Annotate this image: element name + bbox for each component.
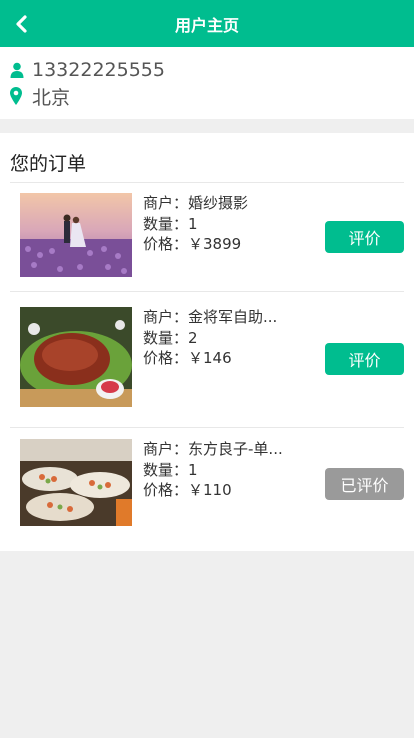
user-icon — [10, 62, 32, 78]
price-value: ￥146 — [188, 349, 232, 367]
merchant-label: 商户： — [143, 440, 189, 458]
chevron-left-icon — [16, 14, 27, 33]
merchant-name: 婚纱摄影 — [188, 194, 249, 212]
price-label: 价格： — [143, 349, 189, 367]
merchant-name: 金将军自助... — [188, 308, 278, 326]
merchant-label: 商户： — [143, 194, 189, 212]
user-profile: 13322225555 北京 — [0, 47, 414, 119]
merchant-label: 商户： — [143, 308, 189, 326]
order-info: 商户：东方良子-单... 数量：1 价格：￥110 — [143, 439, 283, 501]
price-label: 价格： — [143, 481, 189, 499]
price-line: 价格：￥110 — [143, 480, 283, 501]
map-marker-icon — [10, 87, 32, 105]
order-thumbnail-wedding — [20, 193, 132, 277]
order-item[interactable]: 商户：东方良子-单... 数量：1 价格：￥110 已评价 — [10, 428, 404, 548]
user-phone: 13322225555 — [32, 59, 165, 81]
city-row: 北京 — [10, 83, 404, 109]
order-info: 商户：婚纱摄影 数量：1 价格：￥3899 — [143, 193, 248, 255]
order-thumbnail-buffet — [20, 439, 132, 526]
orders-heading: 您的订单 — [10, 133, 404, 183]
section-divider — [0, 119, 414, 133]
review-button[interactable]: 评价 — [325, 221, 404, 253]
order-item[interactable]: 商户：婚纱摄影 数量：1 价格：￥3899 评价 — [10, 183, 404, 292]
price-label: 价格： — [143, 235, 189, 253]
quantity-value: 1 — [188, 214, 198, 233]
user-city: 北京 — [32, 86, 71, 109]
quantity-value: 1 — [188, 460, 198, 479]
order-item[interactable]: 商户：金将军自助... 数量：2 价格：￥146 评价 — [10, 292, 404, 428]
quantity-line: 数量：2 — [143, 328, 277, 349]
orders-section: 您的订单 商户：婚纱摄影 数量：1 价格：￥3899 评价 商户：金将军自助..… — [0, 133, 414, 551]
price-value: ￥3899 — [188, 235, 242, 253]
quantity-line: 数量：1 — [143, 214, 248, 235]
reviewed-button[interactable]: 已评价 — [325, 468, 404, 500]
phone-row: 13322225555 — [10, 57, 404, 83]
page-title: 用户主页 — [174, 15, 239, 35]
merchant-name: 东方良子-单... — [188, 440, 283, 458]
merchant-line: 商户：金将军自助... — [143, 307, 277, 328]
merchant-line: 商户：东方良子-单... — [143, 439, 283, 460]
order-thumbnail-bbq — [20, 307, 132, 407]
quantity-label: 数量： — [143, 460, 189, 479]
quantity-line: 数量：1 — [143, 460, 283, 481]
merchant-line: 商户：婚纱摄影 — [143, 193, 248, 214]
quantity-value: 2 — [188, 328, 198, 347]
order-info: 商户：金将军自助... 数量：2 价格：￥146 — [143, 307, 277, 369]
price-line: 价格：￥146 — [143, 348, 277, 369]
back-button[interactable] — [8, 0, 36, 47]
quantity-label: 数量： — [143, 328, 189, 347]
review-button[interactable]: 评价 — [325, 343, 404, 375]
quantity-label: 数量： — [143, 214, 189, 233]
price-value: ￥110 — [188, 481, 232, 499]
app-header: 用户主页 — [0, 0, 414, 47]
price-line: 价格：￥3899 — [143, 234, 248, 255]
